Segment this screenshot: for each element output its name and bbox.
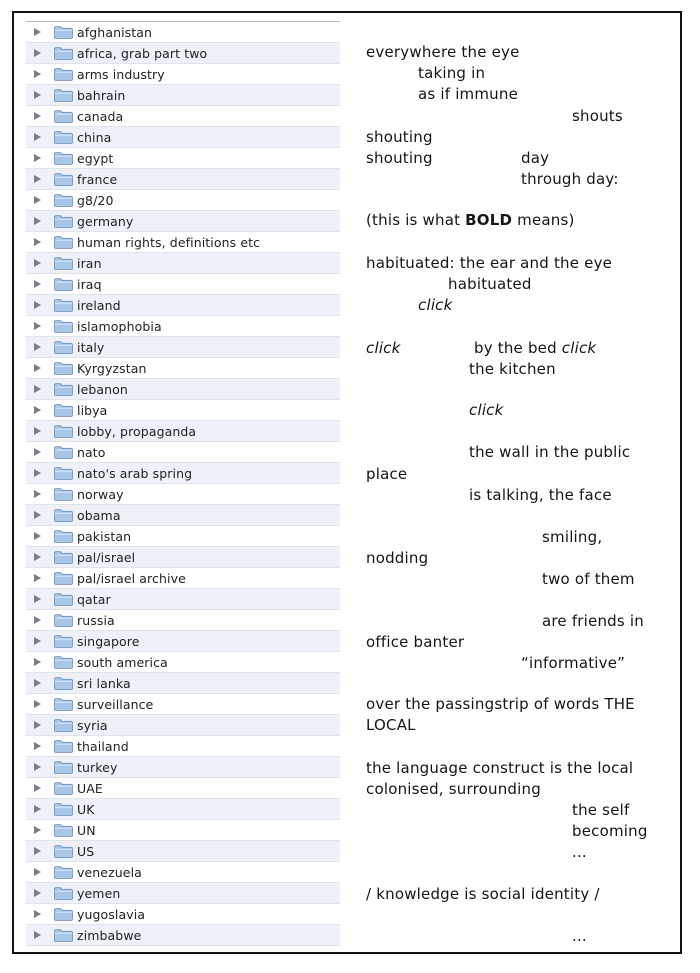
poem-line: colonised, surrounding xyxy=(366,780,541,798)
poem-line: / knowledge is social identity / xyxy=(366,885,600,903)
poem-line: office banter xyxy=(366,633,465,651)
poem-line: shouting xyxy=(366,128,433,146)
poem-line: click xyxy=(469,401,504,419)
poem-line: habituated: the ear and the eye xyxy=(366,254,613,272)
poem-line: as if immune xyxy=(418,85,519,103)
poem-line: by the bed click xyxy=(474,339,597,357)
bold-word: BOLD xyxy=(465,211,513,229)
poem-line: day xyxy=(521,149,550,167)
poem-line: over the passingstrip of words THE xyxy=(366,695,635,713)
poem-line: ... xyxy=(572,927,587,945)
poem-line: smiling, xyxy=(542,528,603,546)
poem-line: is talking, the face xyxy=(469,486,612,504)
poem-line: the wall in the public xyxy=(469,443,631,461)
poem-line: everywhere the eye xyxy=(366,43,520,61)
poem-line: two of them xyxy=(542,570,635,588)
poem-line: the language construct is the local xyxy=(366,759,634,777)
poem-line: taking in xyxy=(418,64,486,82)
poem-line: “informative” xyxy=(521,654,626,672)
poem-line: the kitchen xyxy=(469,360,556,378)
poem-line: shouts xyxy=(572,107,623,125)
poem-line: LOCAL xyxy=(366,716,416,734)
poem-text: everywhere the eye taking in as if immun… xyxy=(0,0,700,973)
poem-line: becoming xyxy=(572,822,648,840)
poem-line: habituated xyxy=(448,275,532,293)
poem-line: ... xyxy=(572,843,587,861)
poem-line: through day: xyxy=(521,170,619,188)
poem-line: are friends in xyxy=(542,612,644,630)
poem-line: click xyxy=(418,296,453,314)
poem-line: click xyxy=(366,339,401,357)
poem-line: shouting xyxy=(366,149,433,167)
poem-line: nodding xyxy=(366,549,429,567)
poem-line: place xyxy=(366,465,408,483)
poem-line: the self xyxy=(572,801,630,819)
poem-line: (this is what BOLD means) xyxy=(366,211,575,229)
